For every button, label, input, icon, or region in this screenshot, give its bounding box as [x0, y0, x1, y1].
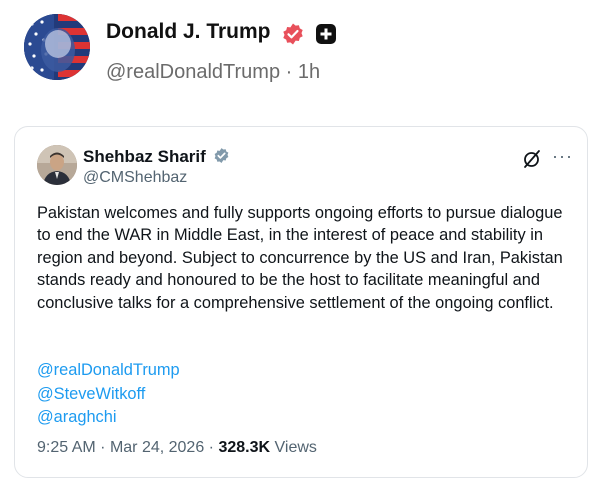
quoted-post-card[interactable]: Shehbaz Sharif @CMShehbaz ··· Pakistan w… [14, 126, 588, 478]
dot-separator: · [285, 61, 293, 83]
more-options-icon[interactable]: ··· [552, 146, 573, 167]
author-handle-line: @realDonaldTrump · 1h [106, 61, 320, 84]
quoted-author-avatar[interactable] [37, 145, 77, 185]
post-age[interactable]: 1h [298, 61, 320, 83]
meta-separator: · [208, 439, 214, 456]
post-time[interactable]: 9:25 AM [37, 439, 96, 456]
quoted-author-name-text: Shehbaz Sharif [83, 147, 206, 166]
quoted-post-text: Pakistan welcomes and fully supports ong… [37, 204, 563, 312]
mention-link-araghchi[interactable]: @araghchi [37, 406, 180, 430]
avatar-image [24, 14, 90, 80]
mention-link-realdonaldtrump[interactable]: @realDonaldTrump [37, 359, 180, 383]
author-name[interactable]: Donald J. Trump [106, 20, 271, 44]
quoted-author-handle[interactable]: @CMShehbaz [83, 169, 187, 187]
author-handle[interactable]: @realDonaldTrump [106, 61, 280, 83]
author-avatar[interactable] [24, 14, 90, 80]
post-date[interactable]: Mar 24, 2026 [110, 439, 204, 456]
meta-separator: · [100, 439, 106, 456]
verified-badge-icon [281, 22, 305, 51]
views-label: Views [274, 439, 317, 456]
grok-icon[interactable] [522, 149, 542, 174]
post-header: Donald J. Trump @realDonaldTrump · 1h [24, 14, 584, 94]
badge-group [281, 22, 337, 51]
plus-badge-icon [315, 23, 337, 50]
views-count: 328.3K [218, 439, 271, 456]
quoted-avatar-image [37, 145, 77, 185]
verified-gray-badge-icon [213, 147, 230, 169]
mention-link-stevewitkoff[interactable]: @SteveWitkoff [37, 383, 180, 407]
quoted-author-name[interactable]: Shehbaz Sharif [83, 147, 230, 169]
post-meta: 9:25 AM · Mar 24, 2026 · 328.3K Views [37, 439, 317, 457]
mentions-list: @realDonaldTrump @SteveWitkoff @araghchi [37, 359, 180, 430]
